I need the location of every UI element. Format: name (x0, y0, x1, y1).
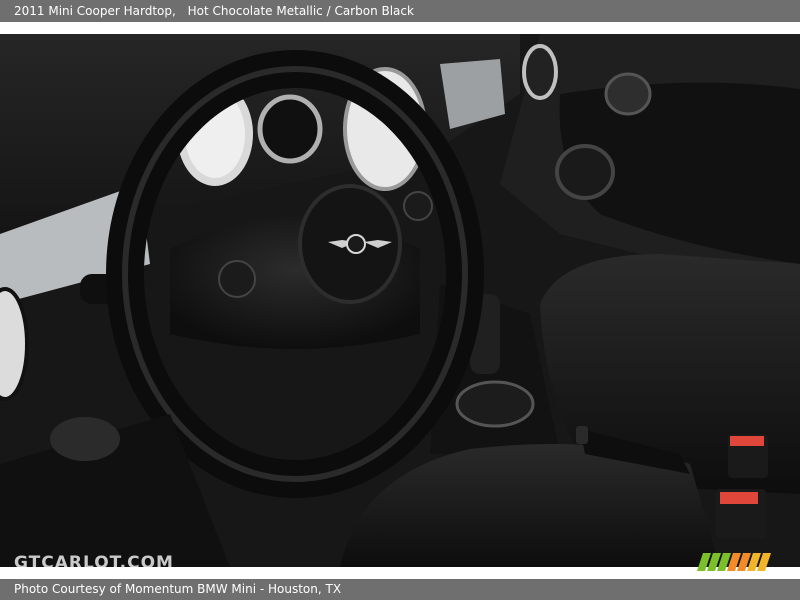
credit-bar: Photo Courtesy of Momentum BMW Mini - Ho… (0, 579, 800, 600)
watermark-text: GTCARLOT.COM (14, 553, 174, 573)
interior-illustration (0, 34, 800, 567)
car-interior-photo (0, 34, 800, 567)
caption-bar: 2011 Mini Cooper Hardtop, Hot Chocolate … (0, 0, 800, 22)
caption-title: 2011 Mini Cooper Hardtop, (14, 4, 176, 18)
photo-credit: Photo Courtesy of Momentum BMW Mini - Ho… (14, 582, 342, 596)
stripe-logo-icon (697, 553, 771, 571)
caption-color: Hot Chocolate Metallic / Carbon Black (187, 4, 414, 18)
page: 2011 Mini Cooper Hardtop, Hot Chocolate … (0, 0, 800, 600)
